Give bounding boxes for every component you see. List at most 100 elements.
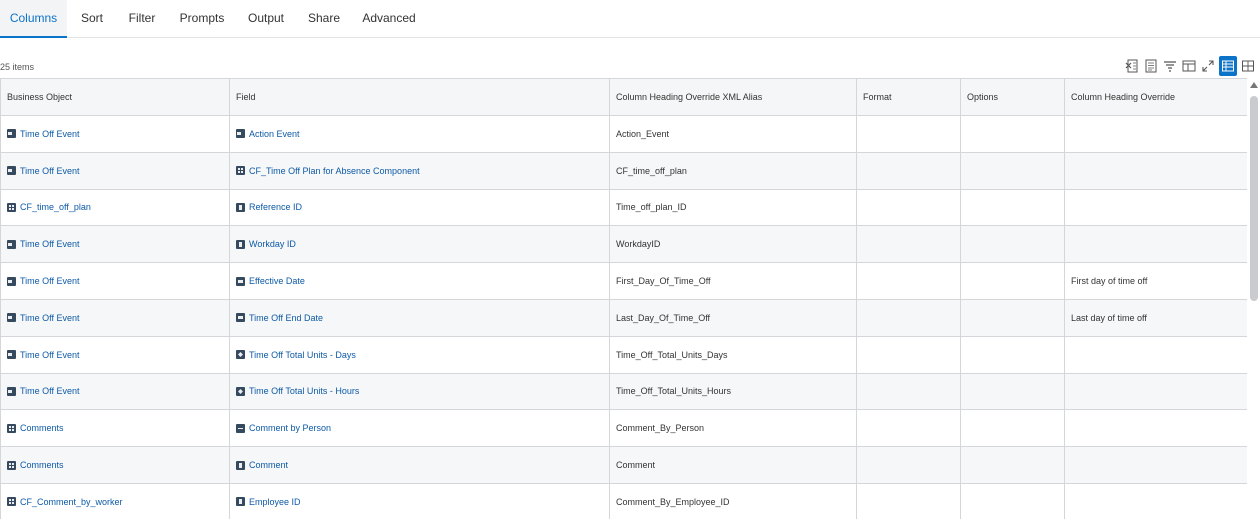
heading-override-cell[interactable] <box>1065 410 1247 448</box>
xml-alias-cell[interactable]: Last_Day_Of_Time_Off <box>610 300 857 337</box>
xml-alias-cell[interactable]: Action_Event <box>610 116 857 153</box>
format-cell[interactable] <box>857 410 961 448</box>
heading-override-cell[interactable] <box>1065 484 1247 519</box>
heading-override-cell[interactable] <box>1065 116 1247 153</box>
export-to-excel-icon[interactable] <box>1123 56 1141 76</box>
table-row[interactable]: Time Off Event Workday ID WorkdayID <box>1 226 1247 264</box>
business-object-cell-text[interactable]: Time Off Event <box>20 313 80 323</box>
format-cell[interactable] <box>857 300 961 337</box>
tab-share[interactable]: Share <box>295 0 353 38</box>
table-row[interactable]: Time Off Event Action Event Action_Event <box>1 116 1247 153</box>
options-cell[interactable] <box>961 373 1065 411</box>
format-cell[interactable] <box>857 263 961 300</box>
business-object-cell-text[interactable]: Time Off Event <box>20 386 80 396</box>
business-object-cell-text[interactable]: Time Off Event <box>20 239 80 249</box>
business-object-cell-text[interactable]: Time Off Event <box>20 129 80 139</box>
business-object-cell-text[interactable]: Comments <box>20 460 64 470</box>
business-object-cell[interactable]: Time Off Event <box>1 336 230 374</box>
column-header-format[interactable]: Format <box>857 79 961 116</box>
field-cell-text[interactable]: Action Event <box>249 129 300 139</box>
business-object-cell-text[interactable]: Comments <box>20 423 64 433</box>
options-cell[interactable] <box>961 447 1065 484</box>
options-cell[interactable] <box>961 189 1065 227</box>
business-object-cell[interactable]: Time Off Event <box>1 373 230 411</box>
field-cell[interactable]: Reference ID <box>230 189 610 227</box>
tab-prompts[interactable]: Prompts <box>167 0 237 38</box>
options-cell[interactable] <box>961 263 1065 300</box>
options-cell[interactable] <box>961 300 1065 337</box>
options-cell[interactable] <box>961 152 1065 190</box>
format-cell[interactable] <box>857 336 961 374</box>
heading-override-cell[interactable]: First day of time off <box>1065 263 1247 300</box>
field-cell-text[interactable]: Comment by Person <box>249 423 331 433</box>
field-cell[interactable]: Comment <box>230 447 610 484</box>
format-cell[interactable] <box>857 116 961 153</box>
tab-filter[interactable]: Filter <box>117 0 167 38</box>
xml-alias-cell[interactable]: Comment_By_Person <box>610 410 857 448</box>
heading-override-cell[interactable] <box>1065 189 1247 227</box>
business-object-cell[interactable]: Time Off Event <box>1 116 230 153</box>
field-cell-text[interactable]: Time Off Total Units - Hours <box>249 386 359 396</box>
heading-override-cell[interactable] <box>1065 373 1247 411</box>
xml-alias-cell[interactable]: Comment_By_Employee_ID <box>610 484 857 519</box>
business-object-cell[interactable]: Time Off Event <box>1 226 230 264</box>
heading-override-cell[interactable] <box>1065 226 1247 264</box>
business-object-cell[interactable]: Time Off Event <box>1 300 230 337</box>
table-row[interactable]: Comments Comment Comment <box>1 447 1247 484</box>
business-object-cell[interactable]: Comments <box>1 410 230 448</box>
table-row[interactable]: Time Off Event Time Off Total Units - Day… <box>1 336 1247 374</box>
options-cell[interactable] <box>961 226 1065 264</box>
field-cell-text[interactable]: CF_Time Off Plan for Absence Component <box>249 166 420 176</box>
field-cell[interactable]: Employee ID <box>230 484 610 519</box>
business-object-cell[interactable]: Comments <box>1 447 230 484</box>
heading-override-cell[interactable] <box>1065 336 1247 374</box>
heading-override-cell[interactable] <box>1065 152 1247 190</box>
table-row[interactable]: CF_time_off_plan Reference ID Time_off_pla… <box>1 189 1247 227</box>
xml-alias-cell[interactable]: WorkdayID <box>610 226 857 264</box>
field-cell[interactable]: CF_Time Off Plan for Absence Component <box>230 152 610 190</box>
vertical-scrollbar[interactable] <box>1248 80 1260 519</box>
business-object-cell-text[interactable]: CF_time_off_plan <box>20 202 91 212</box>
table-row[interactable]: Time Off Event Time Off Total Units - Hou… <box>1 373 1247 411</box>
field-cell-text[interactable]: Time Off End Date <box>249 313 323 323</box>
fullscreen-icon[interactable] <box>1199 56 1217 76</box>
field-cell-text[interactable]: Reference ID <box>249 202 302 212</box>
table-view-icon[interactable] <box>1219 56 1237 76</box>
options-cell[interactable] <box>961 484 1065 519</box>
business-object-cell-text[interactable]: Time Off Event <box>20 166 80 176</box>
xml-alias-cell[interactable]: Comment <box>610 447 857 484</box>
field-cell[interactable]: Action Event <box>230 116 610 153</box>
options-cell[interactable] <box>961 336 1065 374</box>
business-object-cell-text[interactable]: CF_Comment_by_worker <box>20 497 123 507</box>
xml-alias-cell[interactable]: CF_time_off_plan <box>610 152 857 190</box>
table-row[interactable]: Time Off Event Time Off End Date Last_Day_… <box>1 300 1247 337</box>
column-header-options[interactable]: Options <box>961 79 1065 116</box>
tab-advanced[interactable]: Advanced <box>353 0 425 38</box>
field-cell[interactable]: Time Off End Date <box>230 300 610 337</box>
column-header-field[interactable]: Field <box>230 79 610 116</box>
format-cell[interactable] <box>857 189 961 227</box>
field-cell-text[interactable]: Time Off Total Units - Days <box>249 350 356 360</box>
field-cell[interactable]: Comment by Person <box>230 410 610 448</box>
options-cell[interactable] <box>961 410 1065 448</box>
business-object-cell[interactable]: CF_Comment_by_worker <box>1 484 230 519</box>
tab-sort[interactable]: Sort <box>67 0 117 38</box>
format-cell[interactable] <box>857 447 961 484</box>
business-object-cell[interactable]: CF_time_off_plan <box>1 189 230 227</box>
tab-output[interactable]: Output <box>237 0 295 38</box>
column-header-business-object[interactable]: Business Object <box>1 79 230 116</box>
field-cell[interactable]: Effective Date <box>230 263 610 300</box>
field-cell[interactable]: Time Off Total Units - Hours <box>230 373 610 411</box>
xml-alias-cell[interactable]: Time_Off_Total_Units_Hours <box>610 373 857 411</box>
tab-columns[interactable]: Columns <box>0 0 67 38</box>
heading-override-cell[interactable]: Last day of time off <box>1065 300 1247 337</box>
format-cell[interactable] <box>857 484 961 519</box>
format-cell[interactable] <box>857 226 961 264</box>
xml-alias-cell[interactable]: Time_off_plan_ID <box>610 189 857 227</box>
field-cell[interactable]: Workday ID <box>230 226 610 264</box>
format-cell[interactable] <box>857 152 961 190</box>
format-cell[interactable] <box>857 373 961 411</box>
xml-alias-cell[interactable]: First_Day_Of_Time_Off <box>610 263 857 300</box>
field-cell-text[interactable]: Comment <box>249 460 288 470</box>
options-cell[interactable] <box>961 116 1065 153</box>
